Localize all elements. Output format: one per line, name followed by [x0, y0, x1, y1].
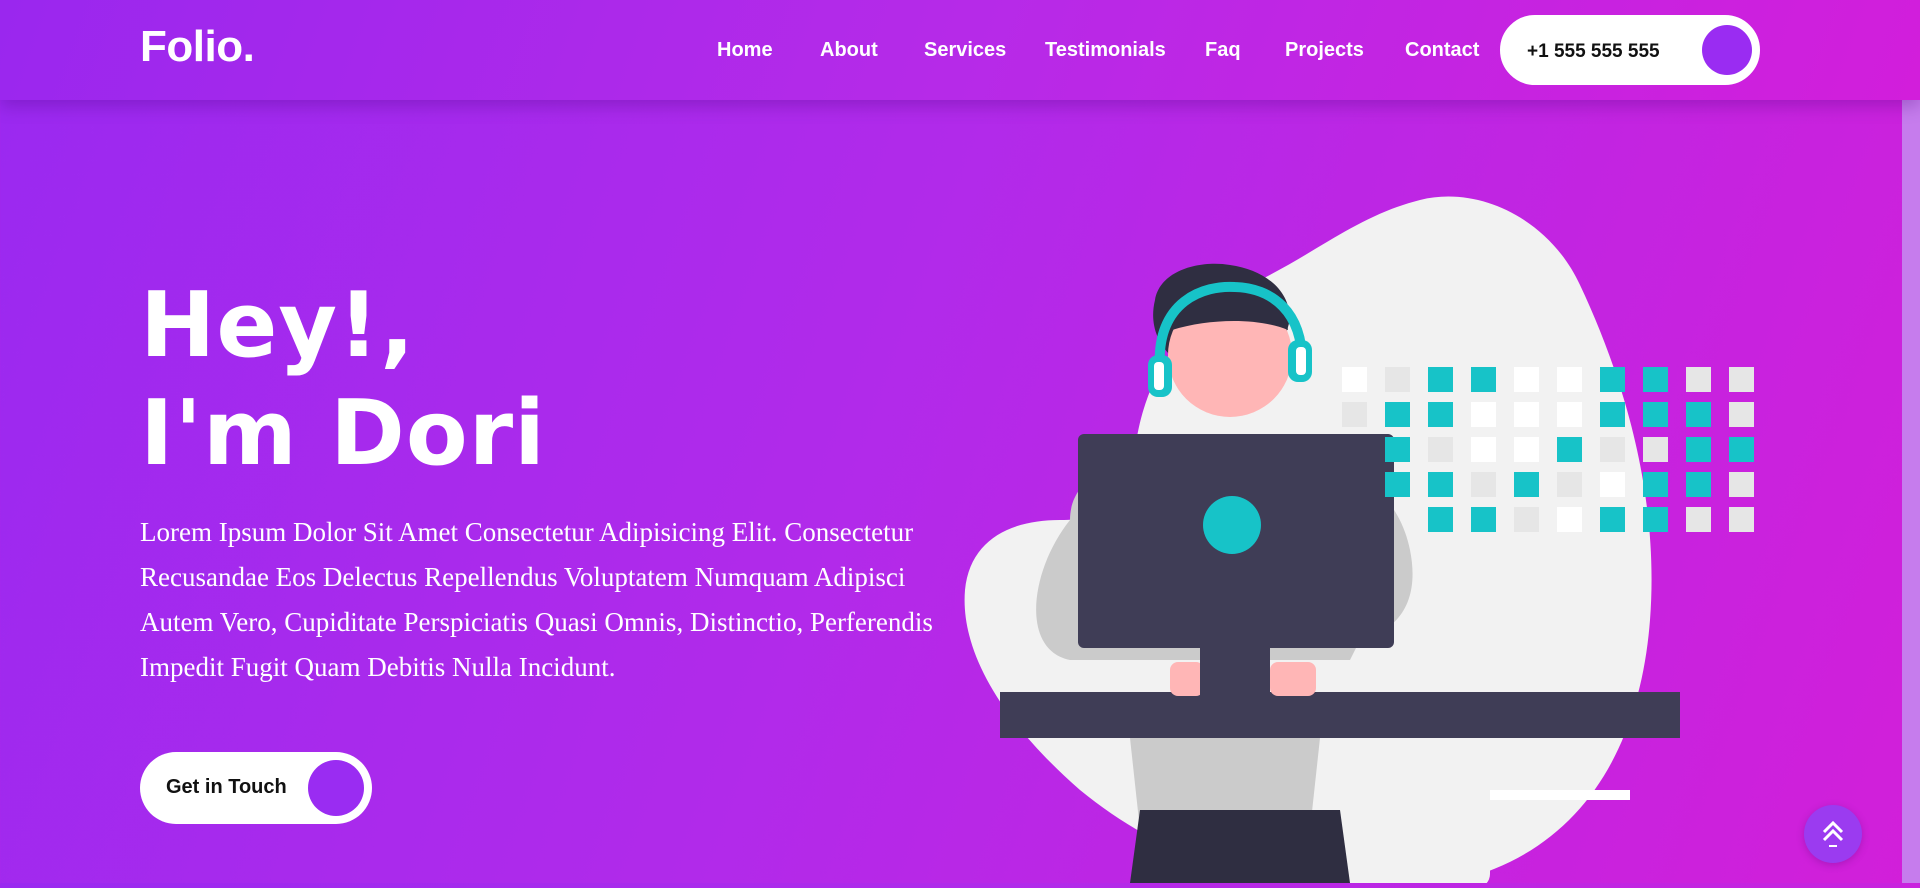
nav-link-services[interactable]: Services — [924, 39, 1006, 62]
nav-link-projects[interactable]: Projects — [1285, 39, 1364, 62]
cta-circle-icon — [308, 760, 364, 816]
hero-illustration — [960, 190, 1760, 888]
get-in-touch-label: Get in Touch — [166, 776, 287, 798]
hero-description: Lorem Ipsum Dolor Sit Amet Consectetur A… — [140, 517, 933, 682]
person-pants — [1130, 810, 1350, 883]
nav-link-testimonials[interactable]: Testimonials — [1045, 39, 1166, 62]
developer-illustration — [964, 196, 1754, 888]
monitor-stand — [1200, 648, 1270, 718]
nav-link-contact[interactable]: Contact — [1405, 39, 1479, 62]
hero-title: Hey!, I'm Dori — [140, 272, 546, 488]
nav-link-home[interactable]: Home — [717, 39, 773, 62]
nav-link-about[interactable]: About — [820, 39, 878, 62]
nav-link-faq[interactable]: Faq — [1205, 39, 1241, 62]
phone-button-circle-icon — [1702, 25, 1752, 75]
navbar: Folio. Home About Services Testimonials … — [0, 0, 1920, 100]
right-hand — [1270, 662, 1316, 696]
scroll-to-top-button[interactable] — [1804, 805, 1862, 863]
hero-title-line1: Hey!, — [140, 273, 416, 378]
double-arrow-up-icon — [1822, 820, 1844, 847]
phone-button[interactable]: +1 555 555 555 — [1500, 15, 1760, 85]
hero-title-line2: I'm Dori — [140, 381, 546, 486]
page-scrollbar[interactable] — [1902, 0, 1920, 883]
desk — [1000, 692, 1680, 738]
left-hand — [1170, 662, 1204, 696]
phone-number: +1 555 555 555 — [1527, 41, 1660, 62]
get-in-touch-button[interactable]: Get in Touch — [140, 752, 372, 824]
monitor-logo — [1203, 496, 1261, 554]
desk-edge — [1480, 790, 1630, 800]
